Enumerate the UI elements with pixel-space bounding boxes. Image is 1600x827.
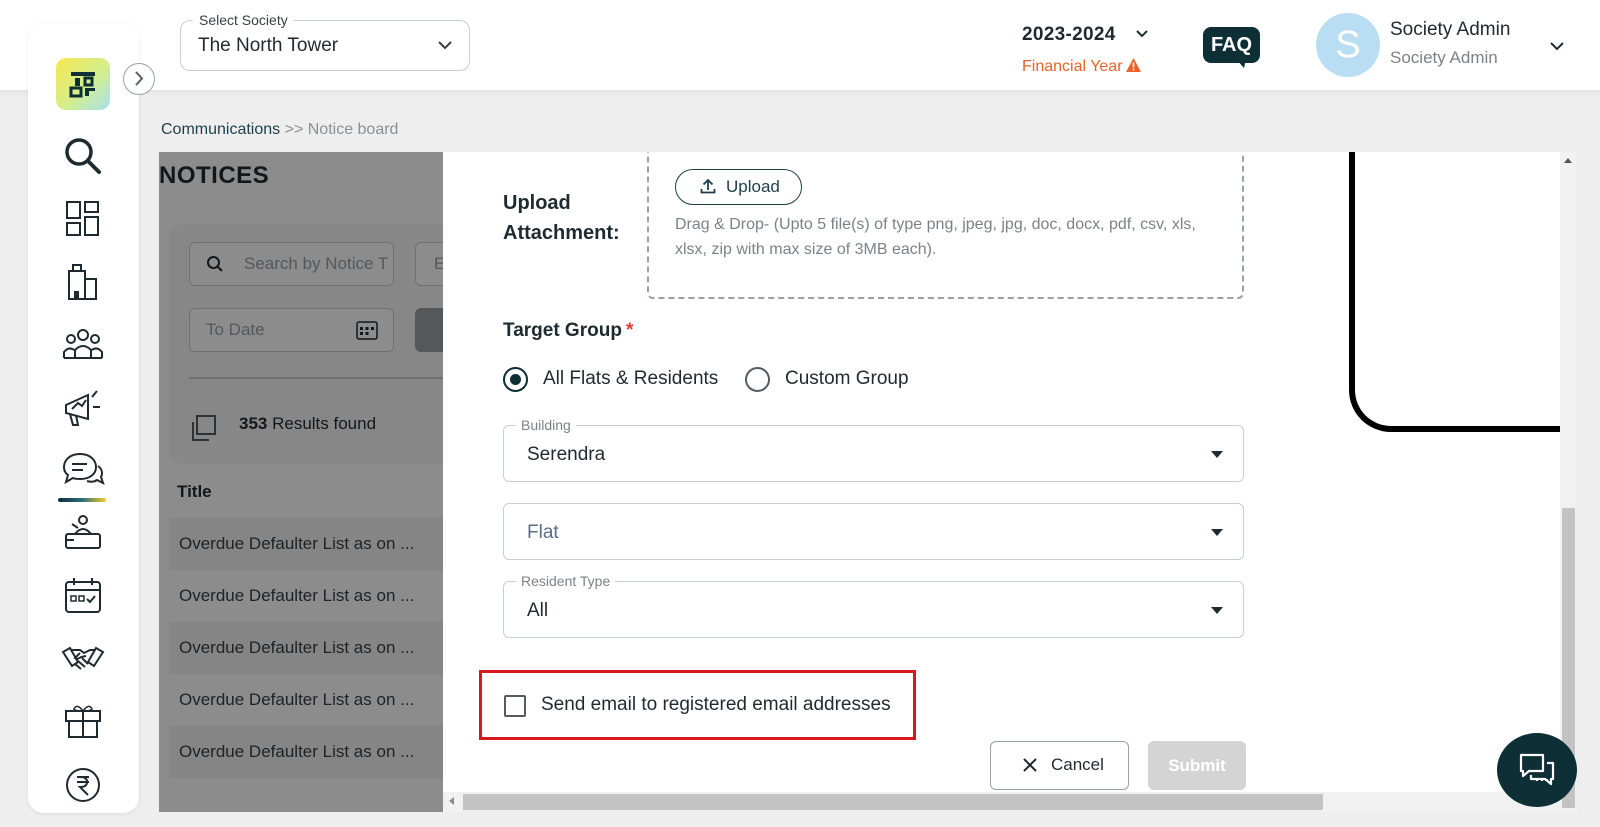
chevron-right-icon <box>135 71 144 86</box>
upload-attachment-label: Upload Attachment: <box>503 192 620 244</box>
chat-icon <box>1519 753 1555 786</box>
faq-label: FAQ <box>1203 27 1260 63</box>
helpdesk-icon <box>65 515 101 549</box>
send-email-highlight: Send email to registered email addresses <box>479 670 916 740</box>
chevron-down-icon <box>1550 42 1564 51</box>
sidebar-item-partners[interactable] <box>60 636 106 682</box>
financial-year-label: Financial Year <box>1022 58 1192 76</box>
financial-year-value: 2023-2024 <box>1022 24 1116 45</box>
calendar-icon <box>65 578 101 613</box>
megaphone-icon <box>65 390 100 426</box>
members-icon <box>63 329 103 359</box>
required-mark: * <box>625 320 634 341</box>
app-logo[interactable] <box>56 58 110 110</box>
close-icon <box>1023 758 1037 772</box>
building-select[interactable]: Building Serendra <box>503 417 1244 482</box>
sidebar-item-calendar[interactable] <box>60 573 106 619</box>
resident-type-value: All <box>527 600 549 621</box>
radio-selected-icon <box>503 367 528 392</box>
cancel-button[interactable]: Cancel <box>990 741 1129 790</box>
resident-type-select[interactable]: Resident Type All <box>503 573 1244 638</box>
faq-button[interactable]: FAQ <box>1203 27 1260 68</box>
sidebar-item-dashboard[interactable] <box>60 196 106 242</box>
upload-button[interactable]: Upload <box>675 169 802 205</box>
box-icon <box>65 705 101 738</box>
send-email-label[interactable]: Send email to registered email addresses <box>541 694 891 716</box>
user-name: Society Admin <box>1390 19 1511 40</box>
submit-button[interactable]: Submit <box>1148 741 1246 790</box>
chevron-down-icon <box>1136 30 1148 38</box>
warning-icon <box>1125 58 1141 72</box>
flat-select[interactable]: Flat <box>503 503 1244 560</box>
sidebar-item-buildings[interactable] <box>60 259 106 305</box>
breadcrumb-current: Notice board <box>307 121 399 138</box>
scroll-up-icon[interactable] <box>1564 158 1572 163</box>
caret-down-icon <box>1211 529 1223 536</box>
avatar: S <box>1316 13 1380 77</box>
faq-bubble-tail <box>1236 59 1246 68</box>
vertical-scrollbar[interactable] <box>1560 152 1577 812</box>
flat-placeholder: Flat <box>527 522 559 543</box>
breadcrumb-separator: >> <box>280 121 308 138</box>
scroll-left-icon[interactable] <box>449 797 454 805</box>
radio-custom-group[interactable]: Custom Group <box>745 365 909 393</box>
radio-unselected-icon <box>745 367 770 392</box>
rupee-icon <box>66 768 100 802</box>
caret-down-icon <box>1211 607 1223 614</box>
chevron-down-icon <box>438 41 452 50</box>
cancel-button-label: Cancel <box>1051 755 1104 774</box>
sidebar-item-communications[interactable] <box>60 448 106 494</box>
resident-type-label: Resident Type <box>516 573 616 589</box>
radio-all-label: All Flats & Residents <box>543 368 719 389</box>
chat-bubbles-icon <box>62 452 105 485</box>
attachment-dropzone[interactable]: Upload Drag & Drop- (Upto 5 file(s) of t… <box>647 152 1244 299</box>
sidebar-item-helpdesk[interactable] <box>60 510 106 556</box>
horizontal-scroll-thumb[interactable] <box>463 794 1323 810</box>
caret-down-icon <box>1211 451 1223 458</box>
upload-icon <box>700 178 716 194</box>
sidebar-item-accounts[interactable] <box>60 762 106 808</box>
breadcrumb-communications-link[interactable]: Communications <box>161 121 280 138</box>
sidebar <box>28 23 155 813</box>
radio-all-flats-residents[interactable]: All Flats & Residents <box>503 365 718 393</box>
device-preview-frame <box>1349 152 1560 432</box>
sidebar-item-members[interactable] <box>60 322 106 368</box>
society-select[interactable]: Select Society The North Tower <box>180 12 470 71</box>
building-icon <box>68 264 97 300</box>
sidebar-item-search[interactable] <box>60 133 106 179</box>
user-menu[interactable]: S Society Admin Society Admin <box>1316 13 1586 77</box>
create-notice-drawer: Upload Attachment: Upload Drag & Drop- (… <box>443 152 1560 812</box>
handshake-icon <box>61 646 105 670</box>
search-icon <box>65 138 101 174</box>
radio-custom-label: Custom Group <box>785 368 909 389</box>
society-select-value: The North Tower <box>198 35 339 56</box>
sidebar-expand-button[interactable] <box>123 63 155 95</box>
horizontal-scrollbar[interactable] <box>443 792 1560 812</box>
building-label: Building <box>516 417 576 433</box>
dashboard-icon <box>66 201 99 236</box>
financial-year-selector[interactable]: 2023-2024 Financial Year <box>1022 24 1192 76</box>
user-role: Society Admin <box>1390 48 1498 67</box>
dropzone-hint: Drag & Drop- (Upto 5 file(s) of type png… <box>675 216 1196 258</box>
breadcrumb: Communications >> Notice board <box>161 121 398 139</box>
send-email-checkbox[interactable] <box>504 695 526 717</box>
logo-mark-icon <box>69 72 95 98</box>
target-group-label: Target Group * <box>503 320 634 341</box>
building-value: Serendra <box>527 444 606 465</box>
active-nav-indicator <box>58 498 106 502</box>
sidebar-item-assets[interactable] <box>60 699 106 745</box>
upload-button-label: Upload <box>726 177 780 196</box>
top-header: Select Society The North Tower 2023-2024… <box>0 0 1600 90</box>
sidebar-item-announcements[interactable] <box>60 385 106 431</box>
chat-support-button[interactable] <box>1497 733 1577 807</box>
society-select-label: Select Society <box>193 12 294 28</box>
